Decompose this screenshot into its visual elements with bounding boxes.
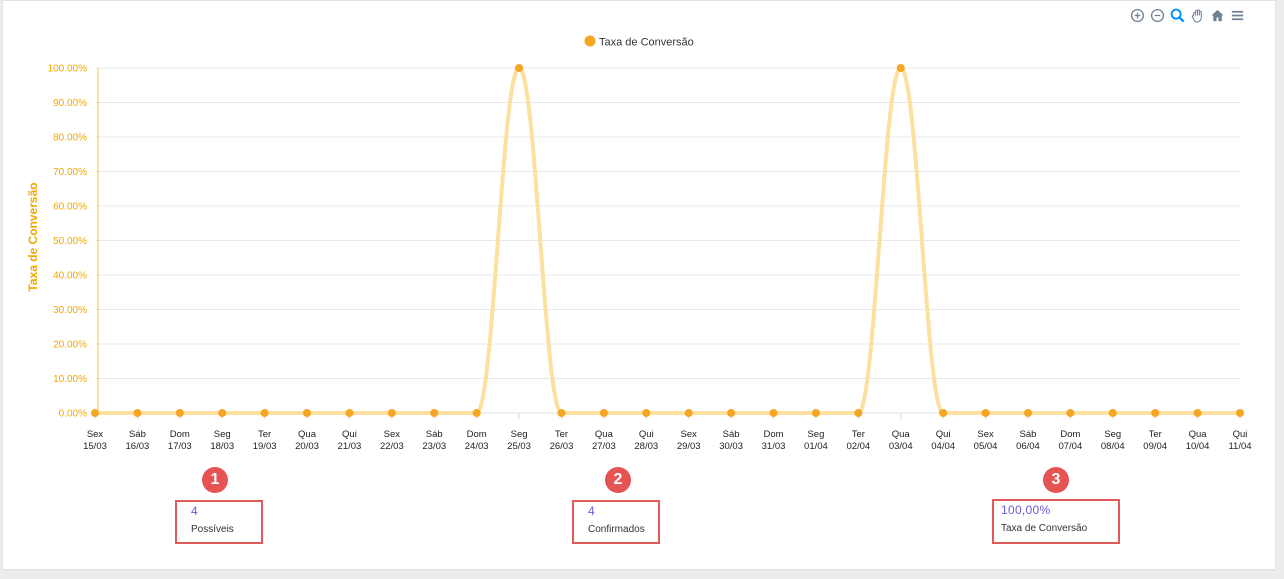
- data-point[interactable]: [727, 409, 736, 417]
- stat-badge-1: 1: [202, 467, 228, 493]
- stat-label: Possíveis: [191, 524, 234, 535]
- x-tick-label: Ter 26/03: [550, 429, 574, 452]
- stat-badge-3: 3: [1043, 467, 1069, 493]
- data-point[interactable]: [218, 409, 227, 417]
- x-tick-label: Qua 10/04: [1186, 429, 1210, 452]
- data-point[interactable]: [939, 409, 948, 417]
- data-point[interactable]: [684, 409, 693, 417]
- stat-value: 4: [191, 504, 198, 518]
- y-tick-label: 20.00%: [53, 340, 87, 351]
- x-tick-label: Sex 29/03: [677, 429, 701, 452]
- x-tick-label: Seg 25/03: [507, 429, 531, 452]
- conversion-line-chart: Taxa de Conversão 0.00% 10.00% 20.00% 30.00…: [26, 35, 1252, 452]
- data-point[interactable]: [642, 409, 651, 417]
- data-point[interactable]: [1066, 409, 1075, 417]
- y-tick-label: 30.00%: [53, 305, 87, 316]
- data-point[interactable]: [599, 409, 608, 417]
- data-point[interactable]: [557, 409, 566, 417]
- y-axis: 0.00% 10.00% 20.00% 30.00% 40.00% 50.00% 60.00…: [48, 64, 99, 420]
- x-tick-label: Sex 15/03: [83, 429, 107, 452]
- data-point[interactable]: [387, 409, 396, 417]
- data-point[interactable]: [1193, 409, 1202, 417]
- x-tick-label: Ter 19/03: [253, 429, 277, 452]
- x-tick-label: Seg 01/04: [804, 429, 828, 452]
- data-point[interactable]: [345, 409, 354, 417]
- x-tick-label: Qua 03/04: [889, 429, 913, 452]
- data-point[interactable]: [811, 409, 820, 417]
- data-point[interactable]: [175, 409, 184, 417]
- stat-confirmados: 4 Confirmados: [572, 500, 660, 544]
- data-point[interactable]: [472, 409, 481, 417]
- chart-grid: [95, 67, 1240, 414]
- data-point[interactable]: [769, 409, 778, 417]
- y-tick-label: 80.00%: [53, 133, 87, 144]
- data-point[interactable]: [1023, 409, 1032, 417]
- x-tick-label: Qui 21/03: [338, 429, 362, 452]
- stat-badge-2: 2: [605, 467, 631, 493]
- x-axis: Sex 15/03 Sáb 16/03 Dom 17/03 Seg 18/03 Ter 19/03…: [83, 413, 1252, 452]
- stat-label: Taxa de Conversão: [1001, 523, 1088, 534]
- x-tick-label: Qua 20/03: [295, 429, 319, 452]
- x-tick-label: Ter 09/04: [1143, 429, 1167, 452]
- y-tick-label: 70.00%: [53, 167, 87, 178]
- data-point[interactable]: [1108, 409, 1117, 417]
- y-tick-label: 10.00%: [53, 374, 87, 385]
- data-point[interactable]: [430, 409, 439, 417]
- x-tick-label: Sáb 16/03: [126, 429, 150, 452]
- chart-legend[interactable]: Taxa de Conversão: [584, 35, 694, 49]
- x-tick-label: Sex 22/03: [380, 429, 404, 452]
- data-point[interactable]: [981, 409, 990, 417]
- legend-marker: [584, 35, 596, 47]
- y-tick-label: 40.00%: [53, 271, 87, 282]
- x-tick-label: Sáb 23/03: [422, 429, 446, 452]
- y-tick-label: 100.00%: [48, 64, 88, 75]
- data-point[interactable]: [854, 409, 863, 417]
- data-point[interactable]: [515, 64, 524, 72]
- data-point[interactable]: [1151, 409, 1160, 417]
- x-tick-label: Dom 07/04: [1058, 429, 1082, 452]
- x-tick-label: Ter 02/04: [846, 429, 870, 452]
- data-point[interactable]: [133, 409, 142, 417]
- chart-card: Taxa de Conversão 0.00% 10.00% 20.00% 30.00…: [2, 0, 1276, 570]
- data-point[interactable]: [303, 409, 312, 417]
- data-point[interactable]: [896, 64, 905, 72]
- x-tick-label: Dom 17/03: [168, 429, 192, 452]
- y-tick-label: 60.00%: [53, 202, 87, 213]
- x-tick-label: Dom 31/03: [762, 429, 786, 452]
- stat-possiveis: 4 Possíveis: [175, 500, 263, 544]
- data-point[interactable]: [260, 409, 269, 417]
- stat-value: 100,00%: [1001, 503, 1051, 517]
- y-tick-label: 50.00%: [53, 236, 87, 247]
- stat-taxa-conversao: 100,00% Taxa de Conversão: [992, 499, 1120, 544]
- legend-label: Taxa de Conversão: [599, 37, 694, 49]
- x-tick-label: Qua 27/03: [592, 429, 616, 452]
- x-tick-label: Sáb 06/04: [1016, 429, 1040, 452]
- x-tick-label: Qui 04/04: [931, 429, 955, 452]
- x-tick-label: Qui 28/03: [634, 429, 658, 452]
- y-tick-label: 0.00%: [59, 409, 87, 420]
- x-tick-label: Seg 18/03: [210, 429, 234, 452]
- x-tick-label: Sex 05/04: [974, 429, 998, 452]
- x-tick-label: Dom 24/03: [465, 429, 489, 452]
- y-tick-label: 90.00%: [53, 98, 87, 109]
- stat-value: 4: [588, 504, 595, 518]
- data-point[interactable]: [91, 409, 99, 417]
- x-tick-label: Qui 11/04: [1228, 429, 1251, 452]
- x-tick-label: Seg 08/04: [1101, 429, 1125, 452]
- stat-label: Confirmados: [588, 524, 645, 535]
- data-point[interactable]: [1236, 409, 1244, 417]
- y-axis-title: Taxa de Conversão: [26, 182, 40, 291]
- x-tick-label: Sáb 30/03: [719, 429, 743, 452]
